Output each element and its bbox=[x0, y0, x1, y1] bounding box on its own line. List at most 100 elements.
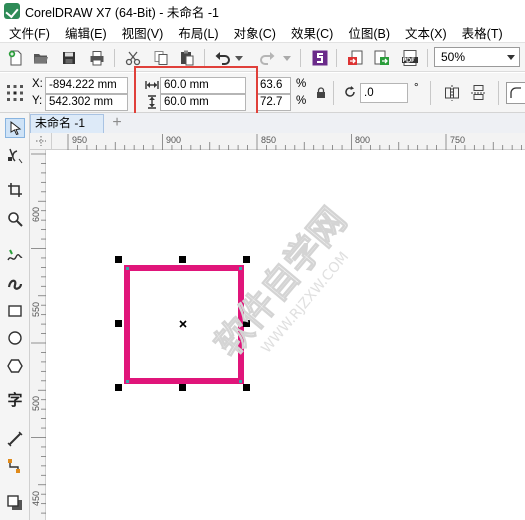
zoom-level-value: 50% bbox=[441, 50, 466, 64]
import-icon[interactable] bbox=[346, 49, 364, 67]
shape-tool[interactable] bbox=[5, 146, 25, 166]
mirror-vertical-icon[interactable] bbox=[470, 84, 486, 102]
rectangle-tool[interactable] bbox=[5, 301, 25, 321]
x-position-label: X: bbox=[32, 78, 43, 90]
rounded-corner-icon bbox=[510, 87, 521, 98]
menu-file[interactable]: 文件(F) bbox=[0, 23, 57, 42]
menu-effects[interactable]: 效果(C) bbox=[283, 23, 340, 42]
polygon-tool-icon bbox=[7, 359, 23, 373]
pick-tool[interactable] bbox=[5, 118, 25, 138]
paste-icon[interactable] bbox=[178, 49, 196, 67]
mirror-horizontal-icon[interactable] bbox=[444, 84, 460, 102]
freehand-tool[interactable] bbox=[5, 246, 25, 266]
menu-table[interactable]: 表格(T) bbox=[454, 23, 510, 42]
text-tool[interactable]: 字 bbox=[5, 392, 25, 412]
horizontal-ruler[interactable]: 950 900 850 800 750 bbox=[52, 133, 525, 150]
rectangle-tool-icon bbox=[8, 305, 22, 317]
undo-dropdown-icon[interactable] bbox=[235, 56, 243, 62]
pick-tool-icon bbox=[10, 121, 22, 135]
selection-handle-top-left[interactable] bbox=[115, 256, 122, 263]
menu-bitmaps[interactable]: 位图(B) bbox=[340, 23, 397, 42]
degree-label: ° bbox=[414, 82, 419, 94]
vertical-ruler[interactable]: 600 550 500 450 bbox=[30, 150, 46, 520]
corner-type-button[interactable] bbox=[506, 82, 525, 104]
coreldraw-logo-icon bbox=[4, 3, 20, 19]
scale-x-field[interactable]: 63.6 bbox=[256, 77, 291, 94]
selection-handle-left[interactable] bbox=[115, 320, 122, 327]
canvas-drawing bbox=[115, 256, 250, 391]
add-tab-button[interactable]: + bbox=[108, 115, 126, 132]
ruler-origin[interactable] bbox=[30, 133, 52, 150]
document-tab[interactable]: 未命名 -1 bbox=[30, 114, 104, 133]
new-document-icon[interactable] bbox=[7, 49, 25, 67]
menu-object[interactable]: 对象(C) bbox=[226, 23, 283, 42]
chevron-down-icon bbox=[507, 55, 515, 60]
copy-icon[interactable] bbox=[152, 49, 170, 67]
lock-ratio-icon[interactable] bbox=[316, 87, 326, 99]
ruler-tick-label: 500 bbox=[31, 395, 41, 411]
selection-handle-top[interactable] bbox=[179, 256, 186, 263]
selection-handle-bottom[interactable] bbox=[179, 384, 186, 391]
vertical-ruler-ticks bbox=[31, 153, 46, 514]
ruler-tick-label: 450 bbox=[31, 490, 41, 506]
redo-icon[interactable] bbox=[258, 49, 276, 67]
open-folder-icon[interactable] bbox=[32, 49, 50, 67]
x-position-field[interactable]: -894.222 mm bbox=[45, 77, 128, 94]
ruler-tick-label: 850 bbox=[261, 135, 277, 145]
crop-tool[interactable] bbox=[5, 180, 25, 200]
selection-handle-bottom-right[interactable] bbox=[243, 384, 250, 391]
export-icon[interactable] bbox=[373, 49, 391, 67]
parallel-dimension-tool-icon bbox=[7, 431, 23, 447]
selection-handle-right[interactable] bbox=[243, 320, 250, 327]
ruler-origin-icon bbox=[36, 136, 46, 146]
scale-x-percent-label: % bbox=[296, 78, 307, 90]
ruler-tick-label: 800 bbox=[355, 135, 371, 145]
y-position-label: Y: bbox=[32, 95, 43, 107]
property-bar: X: -894.222 mm Y: 542.302 mm 60.0 mm 60.… bbox=[0, 73, 525, 113]
toolbar-separator bbox=[498, 81, 499, 105]
zoom-tool-icon bbox=[8, 212, 23, 227]
toolbar-separator bbox=[427, 49, 428, 67]
zoom-tool[interactable] bbox=[5, 209, 25, 229]
drawing-canvas[interactable] bbox=[47, 151, 525, 520]
save-icon[interactable] bbox=[60, 49, 78, 67]
document-tab-bar: 未命名 -1 + bbox=[30, 113, 525, 133]
rotation-angle-field[interactable]: .0 bbox=[360, 83, 408, 103]
y-position-field[interactable]: 542.302 mm bbox=[45, 94, 128, 111]
scale-y-field[interactable]: 72.7 bbox=[256, 94, 291, 111]
corner-node bbox=[239, 267, 242, 270]
cut-icon[interactable] bbox=[124, 49, 142, 67]
connector-tool[interactable] bbox=[5, 456, 25, 476]
text-tool-icon: 字 bbox=[7, 392, 23, 409]
selection-handle-top-right[interactable] bbox=[243, 256, 250, 263]
undo-icon[interactable] bbox=[214, 49, 232, 67]
reference-point-icon[interactable] bbox=[6, 84, 24, 102]
crop-tool-icon bbox=[8, 183, 22, 197]
print-icon[interactable] bbox=[88, 49, 106, 67]
corner-node bbox=[126, 380, 129, 383]
menu-edit[interactable]: 编辑(E) bbox=[57, 23, 114, 42]
center-x-marker-icon bbox=[179, 320, 187, 328]
corner-node bbox=[239, 380, 242, 383]
ruler-tick-label: 750 bbox=[450, 135, 466, 145]
toolbar-separator bbox=[430, 81, 431, 105]
ruler-tick-label: 550 bbox=[31, 301, 41, 317]
toolbar-separator bbox=[336, 49, 337, 67]
ellipse-tool[interactable] bbox=[5, 328, 25, 348]
menu-view[interactable]: 视图(V) bbox=[114, 23, 171, 42]
corel-connect-icon[interactable] bbox=[311, 49, 329, 67]
parallel-dimension-tool[interactable] bbox=[5, 429, 25, 449]
ruler-tick-label: 950 bbox=[72, 135, 88, 145]
redo-dropdown-icon[interactable] bbox=[283, 56, 291, 62]
artistic-media-tool[interactable] bbox=[5, 273, 25, 293]
zoom-level-dropdown[interactable]: 50% bbox=[434, 47, 520, 67]
ruler-tick-label: 900 bbox=[166, 135, 182, 145]
selection-handle-bottom-left[interactable] bbox=[115, 384, 122, 391]
polygon-tool[interactable] bbox=[5, 356, 25, 376]
title-bar: CorelDRAW X7 (64-Bit) - 未命名 -1 bbox=[0, 0, 525, 22]
drop-shadow-tool[interactable] bbox=[5, 493, 25, 513]
scale-y-percent-label: % bbox=[296, 95, 307, 107]
menu-layout[interactable]: 布局(L) bbox=[170, 23, 225, 42]
publish-pdf-icon[interactable] bbox=[401, 49, 419, 67]
menu-text[interactable]: 文本(X) bbox=[397, 23, 454, 42]
